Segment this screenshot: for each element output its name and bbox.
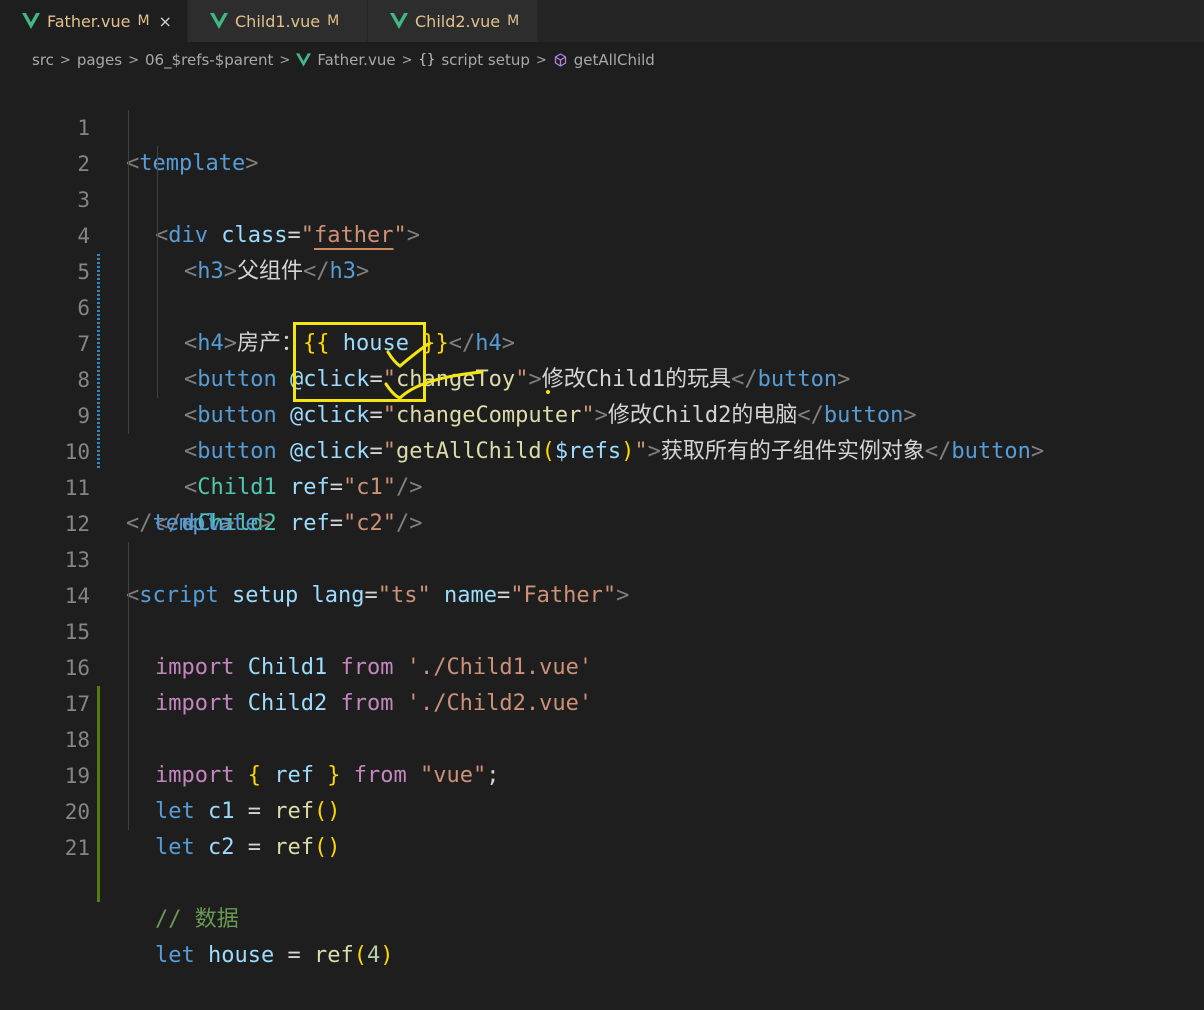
- code-line: 11 </template>: [0, 434, 1204, 536]
- code-line: 16 import { ref } from "vue";: [0, 614, 1204, 788]
- vue-file-icon: [22, 13, 40, 29]
- code-line: 5 <button @click="changeToy">修改Child1的玩具…: [0, 218, 1204, 392]
- code-line: 15 import Child2 from './Child2.vue': [0, 578, 1204, 716]
- annotation-highlight-box: [293, 322, 426, 402]
- editor-tab-bar: Father.vue M × Child1.vue M Child2.vue M: [0, 0, 1204, 42]
- tab-father-vue[interactable]: Father.vue M ×: [0, 0, 188, 42]
- breadcrumb-item-src[interactable]: src: [32, 51, 54, 69]
- vue-file-icon: [296, 53, 312, 67]
- code-line: 19: [0, 722, 1204, 830]
- token: let: [155, 943, 195, 968]
- code-editor[interactable]: 1 <template> 2 <div class="father"> 3 <h…: [0, 74, 1204, 968]
- code-line: 7 <button @click="getAllChild($refs)">获取…: [0, 290, 1204, 464]
- code-line: 3 <h3>父组件</h3>: [0, 146, 1204, 284]
- code-line: 6 <button @click="changeComputer">修改Chil…: [0, 254, 1204, 428]
- code-line: 10 </div>: [0, 398, 1204, 536]
- code-line: 20 // 数据: [0, 758, 1204, 932]
- code-line: 17 let c1 = ref(): [0, 650, 1204, 824]
- method-cube-icon: [554, 53, 566, 67]
- breadcrumb-item-folder[interactable]: 06_$refs-$parent: [145, 51, 273, 69]
- chevron-right-icon: >: [59, 52, 71, 68]
- chevron-right-icon: >: [401, 52, 413, 68]
- tab-label: Father.vue: [47, 11, 131, 31]
- modified-indicator: M: [507, 13, 520, 29]
- vue-file-icon: [210, 13, 228, 29]
- code-line: 12: [0, 470, 1204, 536]
- token: let: [155, 835, 195, 860]
- line-number: 21: [64, 836, 90, 860]
- chevron-right-icon: >: [535, 52, 547, 68]
- token: house: [208, 943, 275, 968]
- vue-file-icon: [390, 13, 408, 29]
- breadcrumb-item-pages[interactable]: pages: [77, 51, 122, 69]
- token: 4: [366, 943, 381, 968]
- code-comment: // 数据: [155, 907, 239, 932]
- code-line: 14 import Child1 from './Child1.vue': [0, 542, 1204, 680]
- code-line: 2 <div class="father">: [0, 110, 1204, 248]
- tab-label: Child2.vue: [415, 11, 501, 31]
- chevron-right-icon: >: [128, 52, 139, 68]
- breadcrumb-item-symbol[interactable]: getAllChild: [574, 51, 655, 69]
- breadcrumb: src > pages > 06_$refs-$parent > Father.…: [0, 42, 1204, 78]
- tab-child2-vue[interactable]: Child2.vue M: [368, 0, 538, 42]
- tab-child1-vue[interactable]: Child1.vue M: [188, 0, 368, 42]
- code-line: 8 <Child1 ref="c1"/>: [0, 326, 1204, 500]
- breadcrumb-item-file[interactable]: Father.vue: [317, 51, 395, 69]
- token: c2: [208, 835, 235, 860]
- breadcrumb-item-script-setup[interactable]: script setup: [441, 51, 530, 69]
- code-line: 9 <Child2 ref="c2"/>: [0, 362, 1204, 536]
- code-line: 18 let c2 = ref(): [0, 686, 1204, 860]
- modified-indicator: M: [327, 13, 340, 29]
- code-line: 4 <h4>房产：{{ house }}</h4>: [0, 182, 1204, 356]
- token: ref: [274, 835, 314, 860]
- braces-icon: {}: [418, 52, 436, 68]
- code-line: 13 <script setup lang="ts" name="Father"…: [0, 506, 1204, 608]
- close-icon[interactable]: ×: [159, 12, 172, 31]
- code-line: 1 <template>: [0, 74, 1204, 176]
- tab-label: Child1.vue: [235, 11, 321, 31]
- modified-indicator: M: [137, 13, 150, 29]
- token: ref: [313, 943, 354, 968]
- chevron-right-icon: >: [279, 52, 291, 68]
- code-line: 21 let house = ref(4): [0, 794, 1204, 968]
- tab-bar-empty-area: [538, 0, 1204, 42]
